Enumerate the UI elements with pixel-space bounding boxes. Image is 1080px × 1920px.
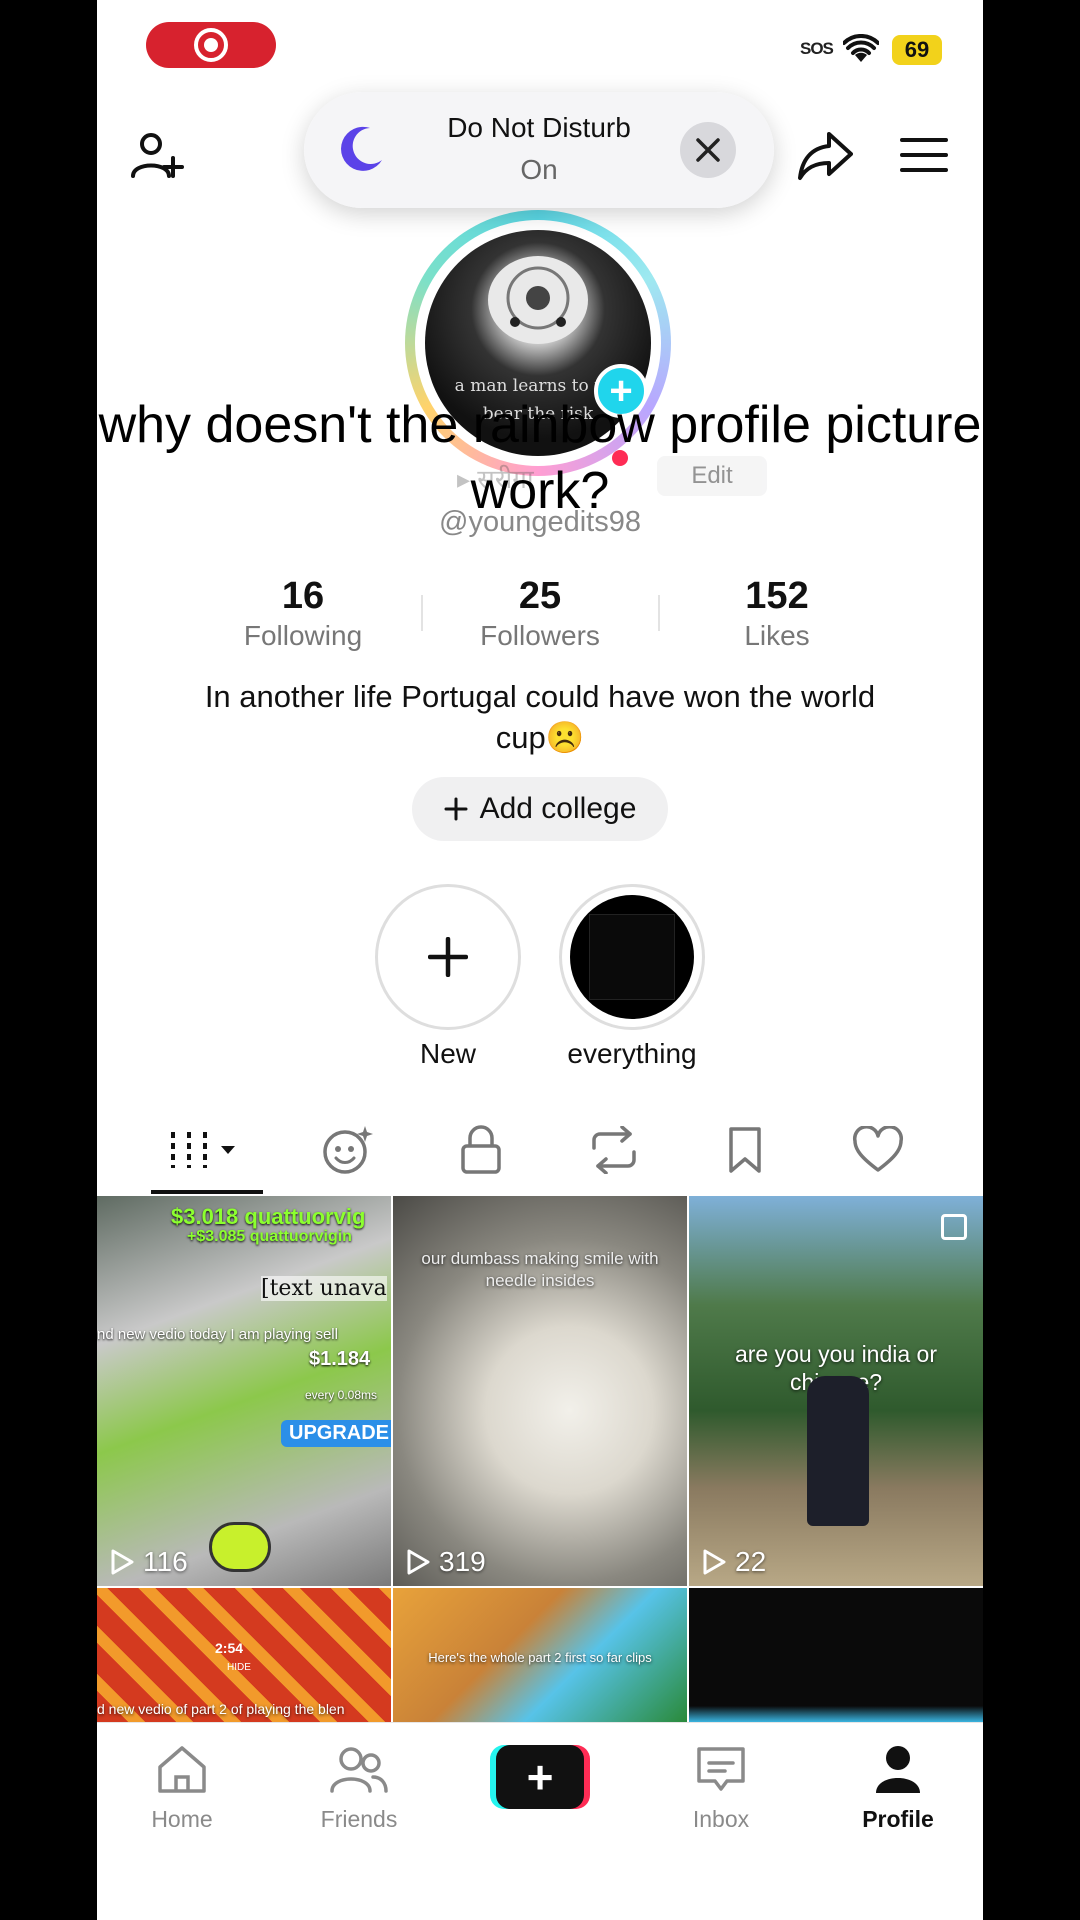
thumb-text: $3.018 quattuorvig xyxy=(171,1204,366,1229)
grid-icon xyxy=(171,1132,235,1168)
friends-icon xyxy=(330,1747,388,1793)
tab-ai-self[interactable] xyxy=(307,1122,387,1178)
thumb-text: +$3.085 quattuorvigin xyxy=(187,1228,352,1245)
stat-following[interactable]: 16 Following xyxy=(183,575,423,652)
add-college-button[interactable]: Add college xyxy=(412,777,668,841)
thumb-text: HIDE xyxy=(227,1662,251,1673)
nav-label: Home xyxy=(151,1806,213,1832)
active-tab-indicator xyxy=(151,1190,263,1194)
plus-icon xyxy=(444,797,468,821)
add-college-label: Add college xyxy=(479,792,637,825)
person-silhouette xyxy=(807,1376,869,1526)
nav-home[interactable]: Home xyxy=(117,1743,247,1833)
close-icon[interactable] xyxy=(680,122,736,178)
video-thumbnail[interactable]: 2:54 HIDE d new vedio of part 2 of playi… xyxy=(97,1588,391,1722)
nav-profile[interactable]: Profile xyxy=(833,1743,963,1833)
video-thumbnail[interactable]: our dumbass making smile with needle ins… xyxy=(393,1196,687,1586)
home-icon xyxy=(158,1746,206,1793)
play-icon xyxy=(703,1549,726,1575)
multi-image-icon xyxy=(941,1214,967,1240)
nav-label: Friends xyxy=(320,1806,398,1832)
repost-icon xyxy=(592,1126,636,1174)
stat-value: 16 xyxy=(281,575,325,617)
stat-label: Likes xyxy=(744,620,810,651)
battery-indicator: 69 xyxy=(892,35,942,65)
view-count: 319 xyxy=(405,1546,486,1578)
thumb-text: nd new vedio today I am playing sell xyxy=(97,1326,338,1343)
menu-icon[interactable] xyxy=(900,136,948,179)
create-button[interactable]: + xyxy=(490,1745,590,1809)
thumb-text: every 0.08ms xyxy=(305,1388,378,1402)
view-count: 116 xyxy=(109,1546,188,1578)
screen-recording-indicator[interactable] xyxy=(146,22,276,68)
wifi-icon xyxy=(842,33,880,69)
sos-indicator: SOS xyxy=(800,39,834,58)
thumb-caption: d new vedio of part 2 of playing the ble… xyxy=(97,1701,345,1717)
arrow-up-icon xyxy=(209,1522,271,1572)
nav-friends[interactable]: Friends xyxy=(294,1743,424,1833)
highlight-cover xyxy=(570,895,694,1019)
highlight-label: everything xyxy=(567,1038,697,1069)
video-caption-overlay: why doesn't the rainbow profile picture … xyxy=(98,396,982,520)
tab-private[interactable] xyxy=(441,1122,521,1178)
plus-icon: + xyxy=(496,1745,584,1809)
stat-followers[interactable]: 25 Followers xyxy=(420,575,660,652)
bio-text: In another life Portugal could have won … xyxy=(204,679,876,755)
stat-value: 152 xyxy=(745,575,809,617)
video-thumbnail[interactable]: Here's the whole part 2 first so far cli… xyxy=(393,1588,687,1722)
view-count-value: 319 xyxy=(439,1546,486,1577)
tab-liked[interactable] xyxy=(838,1122,918,1178)
thumb-text: 2:54 xyxy=(215,1640,244,1656)
video-thumbnail[interactable] xyxy=(689,1588,983,1722)
tab-videos[interactable] xyxy=(165,1122,245,1178)
username-handle: @youngedits98 xyxy=(439,506,641,538)
view-count-value: 116 xyxy=(143,1546,188,1577)
nav-label: Inbox xyxy=(692,1806,750,1832)
play-icon xyxy=(407,1549,430,1575)
bottom-nav: Home Friends + Inbox Profile xyxy=(97,1722,983,1920)
lock-icon xyxy=(461,1125,501,1174)
profile-icon xyxy=(876,1746,920,1793)
inbox-icon xyxy=(697,1747,745,1791)
stat-likes[interactable]: 152 Likes xyxy=(657,575,897,652)
highlight-everything[interactable] xyxy=(559,884,705,1030)
view-count-value: 22 xyxy=(735,1546,767,1577)
nav-inbox[interactable]: Inbox xyxy=(656,1743,786,1833)
tab-reposts[interactable] xyxy=(574,1122,654,1178)
stat-label: Followers xyxy=(480,620,600,651)
highlight-label: New xyxy=(419,1038,476,1069)
bookmark-icon xyxy=(729,1127,761,1173)
sparkle-face-icon xyxy=(323,1126,373,1174)
highlight-new[interactable] xyxy=(375,884,521,1030)
video-thumbnail[interactable]: are you you india or chinese? 22 xyxy=(689,1196,983,1586)
plus-icon xyxy=(428,937,468,977)
profile-screen: SOS 69 a man learns to fell bear the ris… xyxy=(97,0,983,1920)
play-icon xyxy=(111,1549,134,1575)
video-thumbnail[interactable]: $3.018 quattuorvig +$3.085 quattuorvigin… xyxy=(97,1196,391,1586)
do-not-disturb-toast[interactable]: Do Not Disturb On xyxy=(304,92,774,208)
heart-icon xyxy=(852,1126,904,1172)
thumb-text: [text unava xyxy=(261,1276,387,1301)
tab-saved[interactable] xyxy=(705,1122,785,1178)
share-icon[interactable] xyxy=(797,130,853,187)
thumb-caption: our dumbass making smile with needle ins… xyxy=(421,1249,659,1290)
thumb-text: UPGRADE xyxy=(281,1420,391,1447)
stat-label: Following xyxy=(243,620,363,651)
record-icon xyxy=(194,28,228,62)
view-count: 22 xyxy=(701,1546,766,1578)
thumb-text: $1.184 xyxy=(309,1348,371,1370)
stat-value: 25 xyxy=(518,575,562,617)
add-friend-icon[interactable] xyxy=(129,128,185,189)
thumb-caption: Here's the whole part 2 first so far cli… xyxy=(428,1650,652,1665)
nav-label: Profile xyxy=(862,1806,934,1832)
